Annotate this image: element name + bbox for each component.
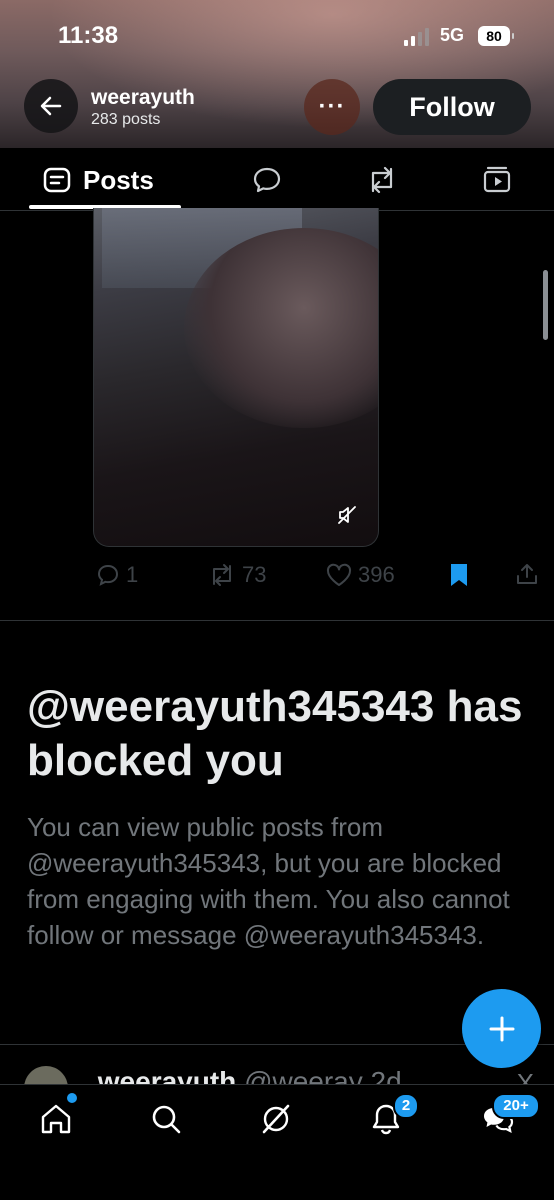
repost-count: 73 bbox=[242, 562, 267, 587]
search-icon bbox=[152, 1105, 181, 1134]
posts-icon bbox=[43, 167, 71, 193]
home-icon bbox=[41, 1104, 71, 1134]
bookmark-icon bbox=[451, 564, 467, 586]
profile-name: weerayuth bbox=[91, 86, 195, 109]
tab-replies[interactable] bbox=[252, 160, 282, 200]
tab-posts-label: Posts bbox=[83, 164, 154, 195]
repost-button[interactable]: 73 bbox=[208, 562, 266, 588]
back-button[interactable] bbox=[24, 79, 78, 133]
tab-posts[interactable]: Posts bbox=[43, 160, 154, 200]
post-video[interactable] bbox=[93, 208, 379, 547]
tab-reposts[interactable] bbox=[365, 160, 399, 200]
bottom-navigation: 2 20+ bbox=[0, 1084, 554, 1200]
follow-button[interactable]: Follow bbox=[373, 79, 531, 135]
signal-icon bbox=[404, 28, 429, 46]
bookmark-button[interactable] bbox=[448, 562, 470, 588]
post-count: 283 posts bbox=[91, 111, 161, 128]
reply-count: 1 bbox=[126, 562, 139, 587]
muted-speaker-icon[interactable] bbox=[337, 505, 357, 525]
nav-home[interactable] bbox=[36, 1099, 76, 1139]
video-icon bbox=[483, 166, 511, 193]
grok-icon bbox=[262, 1104, 290, 1134]
heart-icon bbox=[326, 563, 352, 586]
messages-badge: 20+ bbox=[492, 1093, 540, 1119]
nav-search[interactable] bbox=[146, 1099, 186, 1139]
profile-tabs: Posts bbox=[0, 148, 554, 211]
status-time: 11:38 bbox=[58, 22, 119, 49]
like-count: 396 bbox=[358, 562, 395, 587]
scrollbar[interactable] bbox=[543, 270, 548, 340]
blocked-description: You can view public posts from @weerayut… bbox=[27, 812, 510, 950]
share-icon bbox=[517, 564, 537, 584]
nav-grok[interactable] bbox=[256, 1099, 296, 1139]
blocked-title: @weerayuth345343 has blocked you bbox=[27, 682, 523, 785]
arrow-left-icon bbox=[40, 96, 62, 116]
reply-icon bbox=[97, 564, 119, 586]
speech-bubble-icon bbox=[253, 167, 281, 193]
tab-media[interactable] bbox=[482, 160, 512, 200]
reply-button[interactable]: 1 bbox=[96, 562, 138, 588]
post-actions: 1 73 396 bbox=[0, 562, 554, 598]
post-divider bbox=[0, 620, 554, 621]
like-button[interactable]: 396 bbox=[326, 562, 395, 588]
home-notification-dot bbox=[65, 1091, 79, 1105]
share-button[interactable] bbox=[515, 562, 539, 586]
status-bar: 11:38 5G 80 bbox=[0, 0, 554, 70]
battery-icon: 80 bbox=[478, 26, 514, 46]
repost-icon bbox=[213, 564, 231, 586]
more-options-button[interactable]: ··· bbox=[304, 79, 360, 135]
notifications-badge: 2 bbox=[393, 1093, 419, 1119]
compose-button[interactable] bbox=[462, 989, 541, 1068]
repost-icon bbox=[371, 166, 393, 194]
network-type: 5G bbox=[440, 25, 465, 45]
plus-icon bbox=[489, 1016, 514, 1041]
